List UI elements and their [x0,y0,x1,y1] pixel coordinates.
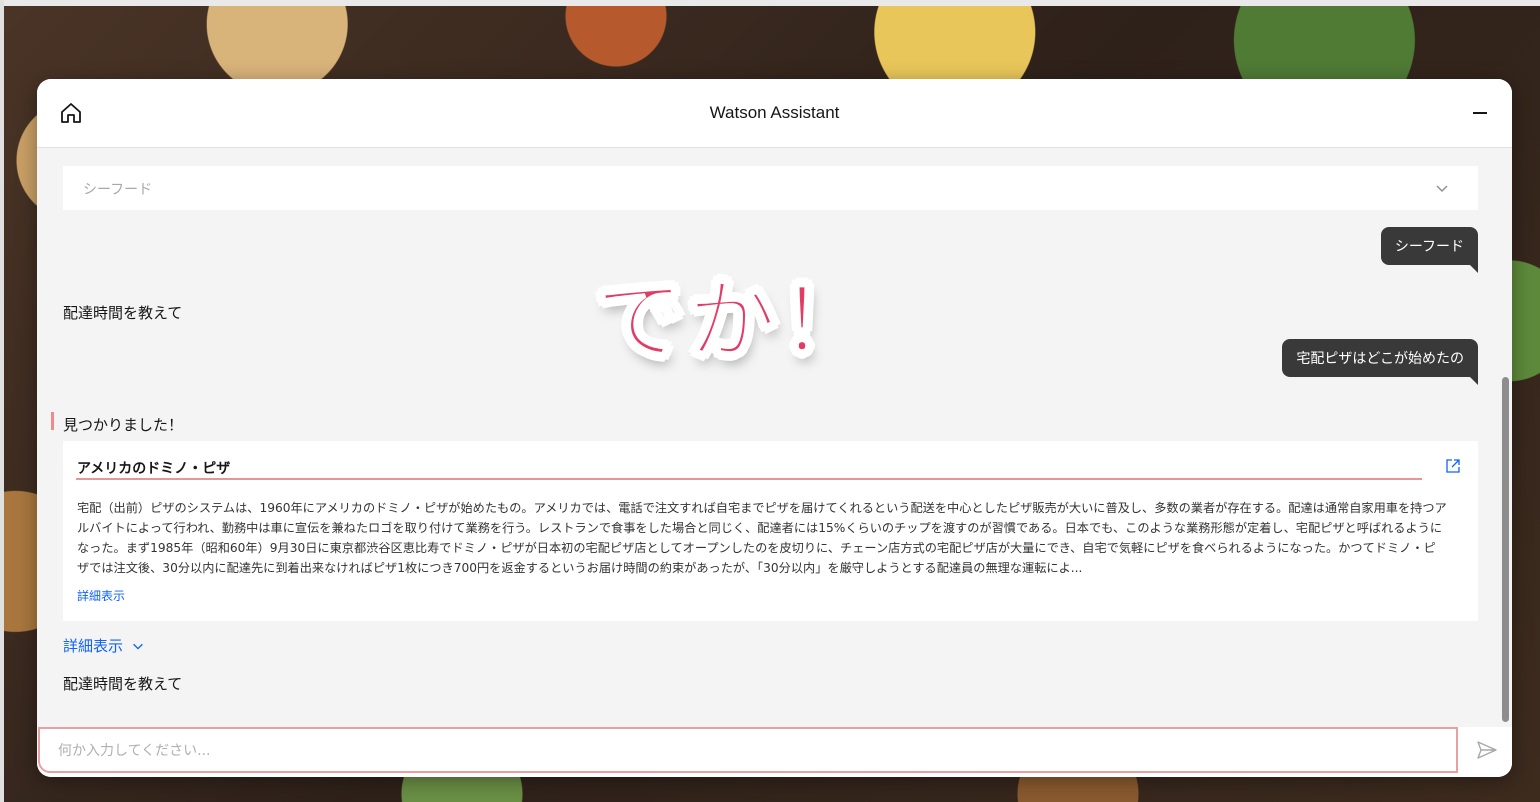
page-top-border [0,0,1540,6]
minimize-button[interactable] [1468,101,1492,125]
chat-title: Watson Assistant [709,103,840,122]
bot-found-message: 見つかりました！ [63,416,184,434]
message-accent-bar [51,412,54,430]
user-message-text: シーフード [1394,239,1464,255]
send-icon[interactable] [1476,739,1498,761]
result-title: アメリカのドミノ・ピザ [77,461,231,477]
result-more-link[interactable]: 詳細表示 [77,587,125,604]
result-title-underline [76,478,1422,480]
input-bar [37,727,1512,777]
page-left-border [0,0,4,802]
user-message: 宅配ピザはどこが始めたの [1282,339,1478,385]
message-input-wrapper [38,727,1458,773]
bot-message: 配達時間を教えて [63,304,183,322]
search-result-card: アメリカのドミノ・ピザ 宅配（出前）ピザのシステムは、1960年にアメリカのドミ… [63,441,1478,621]
overlay-caption: でか！ [595,268,873,373]
show-more-label: 詳細表示 [63,637,124,655]
chevron-down-icon [1436,185,1448,192]
chat-header: Watson Assistant [37,79,1512,148]
scrollbar-thumb[interactable] [1502,377,1509,722]
show-more-button[interactable]: 詳細表示 [63,635,145,656]
dropdown-selected: シーフード [83,182,153,198]
user-message: シーフード [1380,227,1479,273]
chat-widget: Watson Assistant シーフード シーフード 配達時間を教えて 宅配… [37,79,1512,777]
option-dropdown[interactable]: シーフード [63,166,1478,210]
bot-message: 配達時間を教えて [63,675,183,693]
message-input[interactable] [56,729,1440,773]
result-body: 宅配（出前）ピザのシステムは、1960年にアメリカのドミノ・ピザが始めたもの。ア… [77,501,1447,575]
external-link-icon[interactable] [1444,457,1462,475]
chevron-down-icon [133,643,143,650]
user-message-text: 宅配ピザはどこが始めたの [1296,351,1464,367]
